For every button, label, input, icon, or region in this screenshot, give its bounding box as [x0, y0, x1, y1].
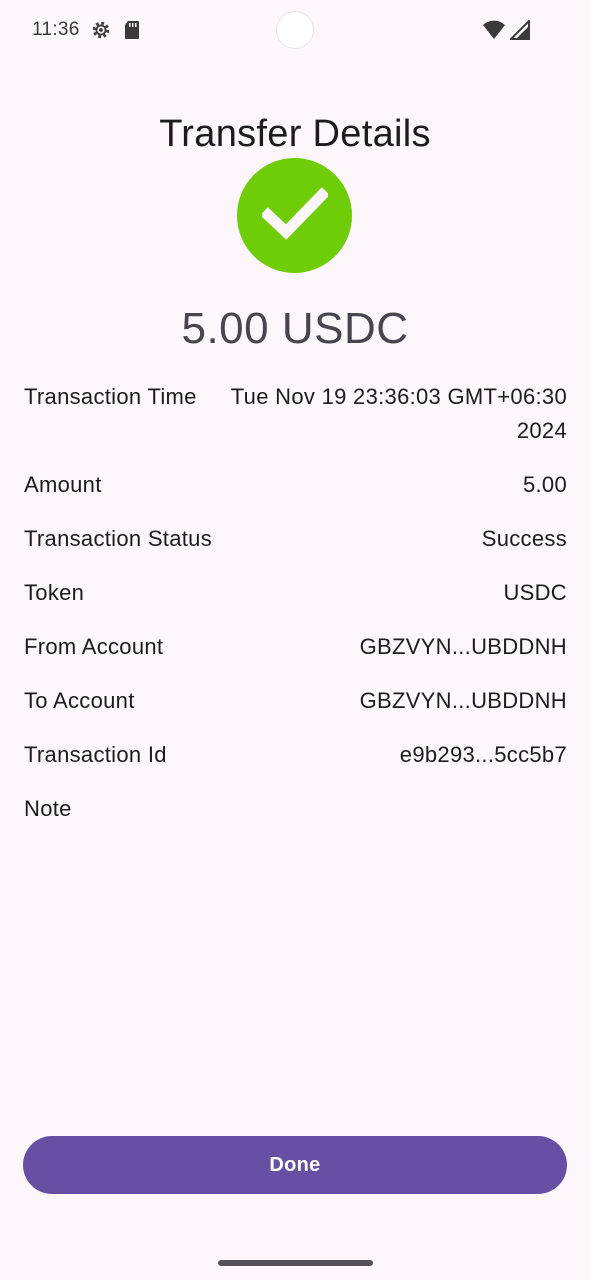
status-bar: 11:36 — [0, 0, 590, 60]
detail-row-transaction-id: Transaction Id e9b293...5cc5b7 — [24, 738, 567, 772]
detail-value: Tue Nov 19 23:36:03 GMT+06:30 2024 — [230, 384, 567, 443]
wifi-icon — [482, 20, 506, 45]
detail-row-status: Transaction Status Success — [24, 522, 567, 556]
camera-cutout — [277, 12, 313, 48]
detail-row-from-account: From Account GBZVYN...UBDDNH — [24, 630, 567, 664]
home-indicator[interactable] — [218, 1260, 373, 1266]
sd-card-icon — [124, 20, 140, 45]
status-time: 11:36 — [32, 19, 80, 40]
detail-value: GBZVYN...UBDDNH — [359, 634, 567, 659]
settings-gear-icon — [90, 19, 112, 46]
detail-value: USDC — [503, 580, 567, 605]
checkmark-icon — [259, 185, 330, 246]
detail-label: To Account — [24, 688, 135, 713]
success-badge — [237, 158, 352, 273]
detail-label: Transaction Time — [24, 384, 197, 409]
amount-summary: 5.00 USDC — [181, 304, 409, 353]
detail-row-amount: Amount 5.00 — [24, 468, 567, 502]
detail-label: Amount — [24, 472, 102, 497]
detail-value: 5.00 — [522, 472, 567, 497]
status-left-icons — [90, 19, 140, 46]
detail-row-token: Token USDC — [24, 576, 567, 610]
detail-row-note: Note — [24, 792, 567, 826]
detail-label: Note — [24, 796, 72, 821]
detail-value: e9b293...5cc5b7 — [399, 742, 567, 767]
detail-value: GBZVYN...UBDDNH — [359, 688, 567, 713]
detail-row-transaction-time: Transaction Time Tue Nov 19 23:36:03 GMT… — [24, 380, 567, 448]
done-button[interactable]: Done — [23, 1136, 567, 1194]
detail-label: Transaction Status — [24, 526, 213, 551]
detail-label: From Account — [24, 634, 164, 659]
cellular-signal-icon — [508, 18, 530, 45]
status-right-icons — [482, 18, 530, 45]
detail-label: Token — [24, 580, 85, 605]
transaction-details: Transaction Time Tue Nov 19 23:36:03 GMT… — [24, 380, 567, 846]
detail-row-to-account: To Account GBZVYN...UBDDNH — [24, 684, 567, 718]
page-title: Transfer Details — [159, 113, 431, 156]
detail-label: Transaction Id — [24, 742, 167, 767]
detail-value: Success — [481, 526, 567, 551]
